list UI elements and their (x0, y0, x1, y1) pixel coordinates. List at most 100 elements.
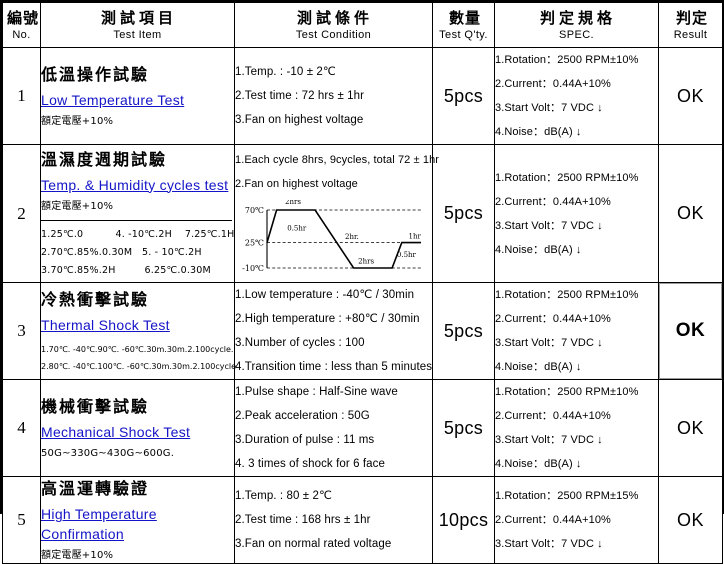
test-specification-table: 編號 No. 測試項目 Test Item 測試條件 Test Conditio… (2, 2, 723, 564)
test-condition-cell: 1.Temp. : -10 ± 2℃ 2.Test time : 72 hrs ±… (234, 47, 433, 145)
table-body: 1 低溫操作試驗 Low Temperature Test 額定電壓+10% 1.Tem… (2, 47, 723, 564)
column-header-spec-cn: 判定規格 (539, 9, 616, 27)
column-header-test-qty-cn: 數量 (448, 9, 481, 27)
spec-cell: 1.Rotation：2500 RPM±15% 2.Current：0.44A+1… (494, 476, 659, 564)
result-cell[interactable]: OK (658, 476, 723, 564)
spec-line: 3.Start Volt：7 VDC ↓ (495, 538, 603, 550)
column-header-result-cn: 判定 (675, 9, 708, 27)
chart-annotation: 0.5hr (397, 251, 417, 259)
row-number-cell: 1 (2, 47, 41, 145)
test-condition-line: 3.Fan on normal rated voltage (235, 538, 392, 550)
spec-line: 2.Current：0.44A+10% (495, 313, 611, 325)
chart-annotation: 0.5hr (287, 224, 307, 232)
column-header-spec: 判定規格 SPEC. (494, 2, 659, 48)
test-condition-cell: 1.Temp. : 80 ± 2℃ 2.Test time : 168 hrs ±… (234, 476, 433, 564)
y-tick-label: 25℃ (245, 238, 264, 247)
test-condition-line: 2.Test time : 168 hrs ± 1hr (235, 514, 371, 526)
test-condition-line: 2.Fan on highest voltage (235, 177, 358, 190)
chart-annotation: 2hrs (285, 200, 301, 206)
test-item-sub-table: 1.70℃. -40℃.90℃. -60℃.30m.30m.2.100cycle… (41, 341, 237, 375)
column-header-test-condition: 測試條件 Test Condition (234, 2, 433, 48)
chart-annotation: 2hr. (345, 233, 359, 241)
temp-cycle-chart-container: 70℃ 25℃ -10℃ 0.5hr 2hrs 2hr. 2hrs 0.5hr 1hr (237, 200, 432, 280)
table-row: 5 高溫運轉驗證 High Temperature Confirmation 額定電壓… (2, 476, 723, 564)
test-item-sub-table: 1.25℃.0 4. -10℃.2H 7.25℃.1H 2.70℃.85%.0.3… (41, 219, 235, 280)
test-condition-line: 1.Pulse shape : Half-Sine wave (235, 386, 398, 398)
table-row: 3 冷熱衝擊試驗 Thermal Shock Test 1.70℃. -40℃.90℃… (2, 282, 723, 380)
test-condition-line: 3.Number of cycles : 100 (235, 337, 365, 349)
test-condition-cell: 1.Pulse shape : Half-Sine wave 2.Peak acc… (234, 379, 433, 477)
table-row: 1 低溫操作試驗 Low Temperature Test 額定電壓+10% 1.Tem… (2, 47, 723, 145)
result-badge[interactable]: OK (659, 477, 722, 563)
test-item-name-en-link[interactable]: Low Temperature Test (41, 90, 184, 110)
result-cell[interactable]: OK (658, 379, 723, 477)
spec-line: 4.Noise：dB(A) ↓ (495, 243, 582, 256)
spec-line: 4.Noise：dB(A) ↓ (495, 361, 582, 373)
result-badge[interactable]: OK (659, 145, 722, 282)
test-condition-line: 2.Peak acceleration : 50G (235, 410, 370, 422)
row-number-cell: 3 (2, 282, 41, 380)
temperature-profile-line (266, 208, 421, 269)
test-item-sub-line: 2.70℃.85%.0.30M 5. - 10℃.2H (41, 246, 202, 258)
result-cell[interactable]: OK (658, 144, 723, 283)
spec-line: 2.Current：0.44A+10% (495, 410, 611, 422)
spec-line: 2.Current：0.44A+10% (495, 195, 611, 208)
chart-annotation: 2hrs (358, 257, 374, 265)
row-number-cell: 5 (2, 476, 41, 564)
column-header-no-en: No. (12, 29, 31, 41)
test-item-sub-line: 1.25℃.0 4. -10℃.2H 7.25℃.1H (41, 228, 235, 240)
column-header-test-item: 測試項目 Test Item (40, 2, 235, 48)
spec-line: 2.Current：0.44A+10% (495, 78, 611, 90)
spec-cell: 1.Rotation：2500 RPM±10% 2.Current：0.44A+1… (494, 379, 659, 477)
test-condition-line: 1.Temp. : -10 ± 2℃ (235, 66, 336, 78)
y-tick-label: -10℃ (242, 264, 264, 273)
test-item-sub-line: 3.70℃.85%.2H 6.25℃.0.30M (41, 264, 211, 276)
test-item-name-cn: 低溫操作試驗 (41, 65, 150, 84)
test-item-name-en-link[interactable]: Temp. & Humidity cycles test (41, 175, 228, 195)
test-item-name-en-link[interactable]: Mechanical Shock Test (41, 422, 190, 442)
test-item-cell: 機械衝擊試驗 Mechanical Shock Test 50G~330G~430G… (40, 379, 235, 477)
test-item-cell: 高溫運轉驗證 High Temperature Confirmation 額定電壓+… (40, 476, 235, 564)
spec-sheet: 編號 No. 測試項目 Test Item 測試條件 Test Conditio… (0, 0, 724, 564)
row-number-cell: 4 (2, 379, 41, 477)
spec-line: 1.Rotation：2500 RPM±10% (495, 289, 639, 301)
spec-cell: 1.Rotation：2500 RPM±10% 2.Current：0.44A+1… (494, 47, 659, 145)
test-qty-cell: 5pcs (432, 379, 495, 477)
test-condition-line: 4.Transition time : less than 5 minutes (235, 361, 433, 373)
test-item-name-en-link[interactable]: Thermal Shock Test (41, 315, 170, 335)
column-header-test-item-en: Test Item (113, 29, 162, 41)
result-badge[interactable]: OK (659, 380, 722, 476)
test-item-sub-line: 2.80℃. -40℃.100℃. -60℃.30m.30m.2.100cycl… (41, 361, 237, 371)
spec-line: 2.Current：0.44A+10% (495, 514, 611, 526)
column-header-test-condition-cn: 測試條件 (296, 9, 373, 27)
result-badge[interactable]: OK (659, 48, 722, 144)
test-item-name-en-link[interactable]: High Temperature Confirmation (41, 504, 234, 544)
spec-line: 1.Rotation：2500 RPM±10% (495, 386, 639, 398)
spec-cell: 1.Rotation：2500 RPM±10% 2.Current：0.44A+1… (494, 282, 659, 380)
test-condition-line: 4. 3 times of shock for 6 face (235, 458, 386, 470)
spec-line: 3.Start Volt：7 VDC ↓ (495, 219, 603, 232)
column-header-test-condition-en: Test Condition (295, 29, 372, 41)
table-row: 2 溫濕度週期試驗 Temp. & Humidity cycles test 額定電壓… (2, 144, 723, 283)
table-header: 編號 No. 測試項目 Test Item 測試條件 Test Conditio… (2, 2, 723, 48)
y-tick-label: 70℃ (245, 206, 264, 215)
column-header-no: 編號 No. (2, 2, 41, 48)
result-cell[interactable]: OK (658, 282, 723, 380)
table-row: 4 機械衝擊試驗 Mechanical Shock Test 50G~330G~430… (2, 379, 723, 477)
test-item-cell: 溫濕度週期試驗 Temp. & Humidity cycles test 額定電壓+… (40, 144, 235, 283)
column-header-spec-en: SPEC. (558, 29, 594, 41)
test-qty-cell: 5pcs (432, 282, 495, 380)
result-cell[interactable]: OK (658, 47, 723, 145)
test-condition-line: 3.Duration of pulse : 11 ms (235, 434, 375, 446)
test-item-name-cn: 冷熱衝擊試驗 (41, 289, 150, 309)
spec-line: 1.Rotation：2500 RPM±10% (495, 54, 639, 66)
column-header-test-item-cn: 測試項目 (100, 9, 177, 27)
test-condition-line: 3.Fan on highest voltage (235, 114, 364, 126)
temp-cycle-chart: 70℃ 25℃ -10℃ 0.5hr 2hrs 2hr. 2hrs 0.5hr 1hr (242, 200, 421, 273)
result-badge[interactable]: OK (659, 283, 722, 379)
spec-line: 1.Rotation：2500 RPM±10% (495, 171, 639, 184)
test-item-note: 額定電壓+10% (41, 550, 114, 561)
test-condition-cell: 1.Each cycle 8hrs, 9cycles, total 72 ± 1… (234, 144, 439, 283)
spec-line: 4.Noise：dB(A) ↓ (495, 458, 582, 470)
test-qty-cell: 5pcs (432, 47, 495, 145)
